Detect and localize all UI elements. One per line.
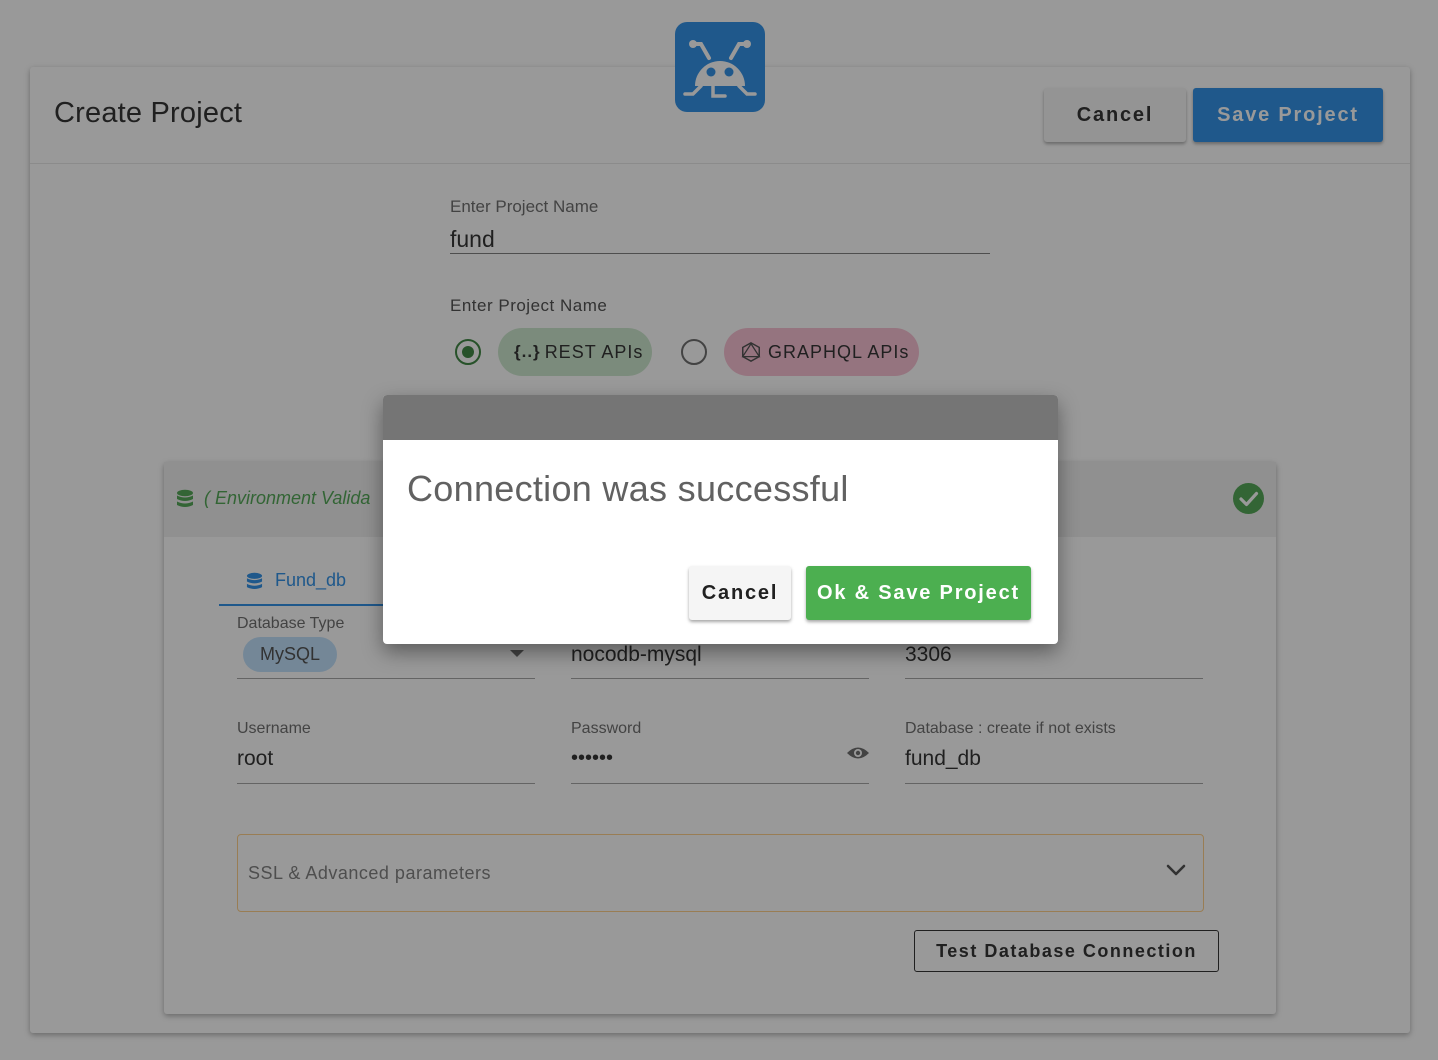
connection-dialog: Connection was successful Cancel Ok & Sa… xyxy=(383,395,1058,644)
dialog-title-bar xyxy=(383,395,1058,440)
dialog-message: Connection was successful xyxy=(407,468,849,509)
ok-save-project-button[interactable]: Ok & Save Project xyxy=(806,566,1031,620)
dialog-cancel-button[interactable]: Cancel xyxy=(689,566,791,620)
